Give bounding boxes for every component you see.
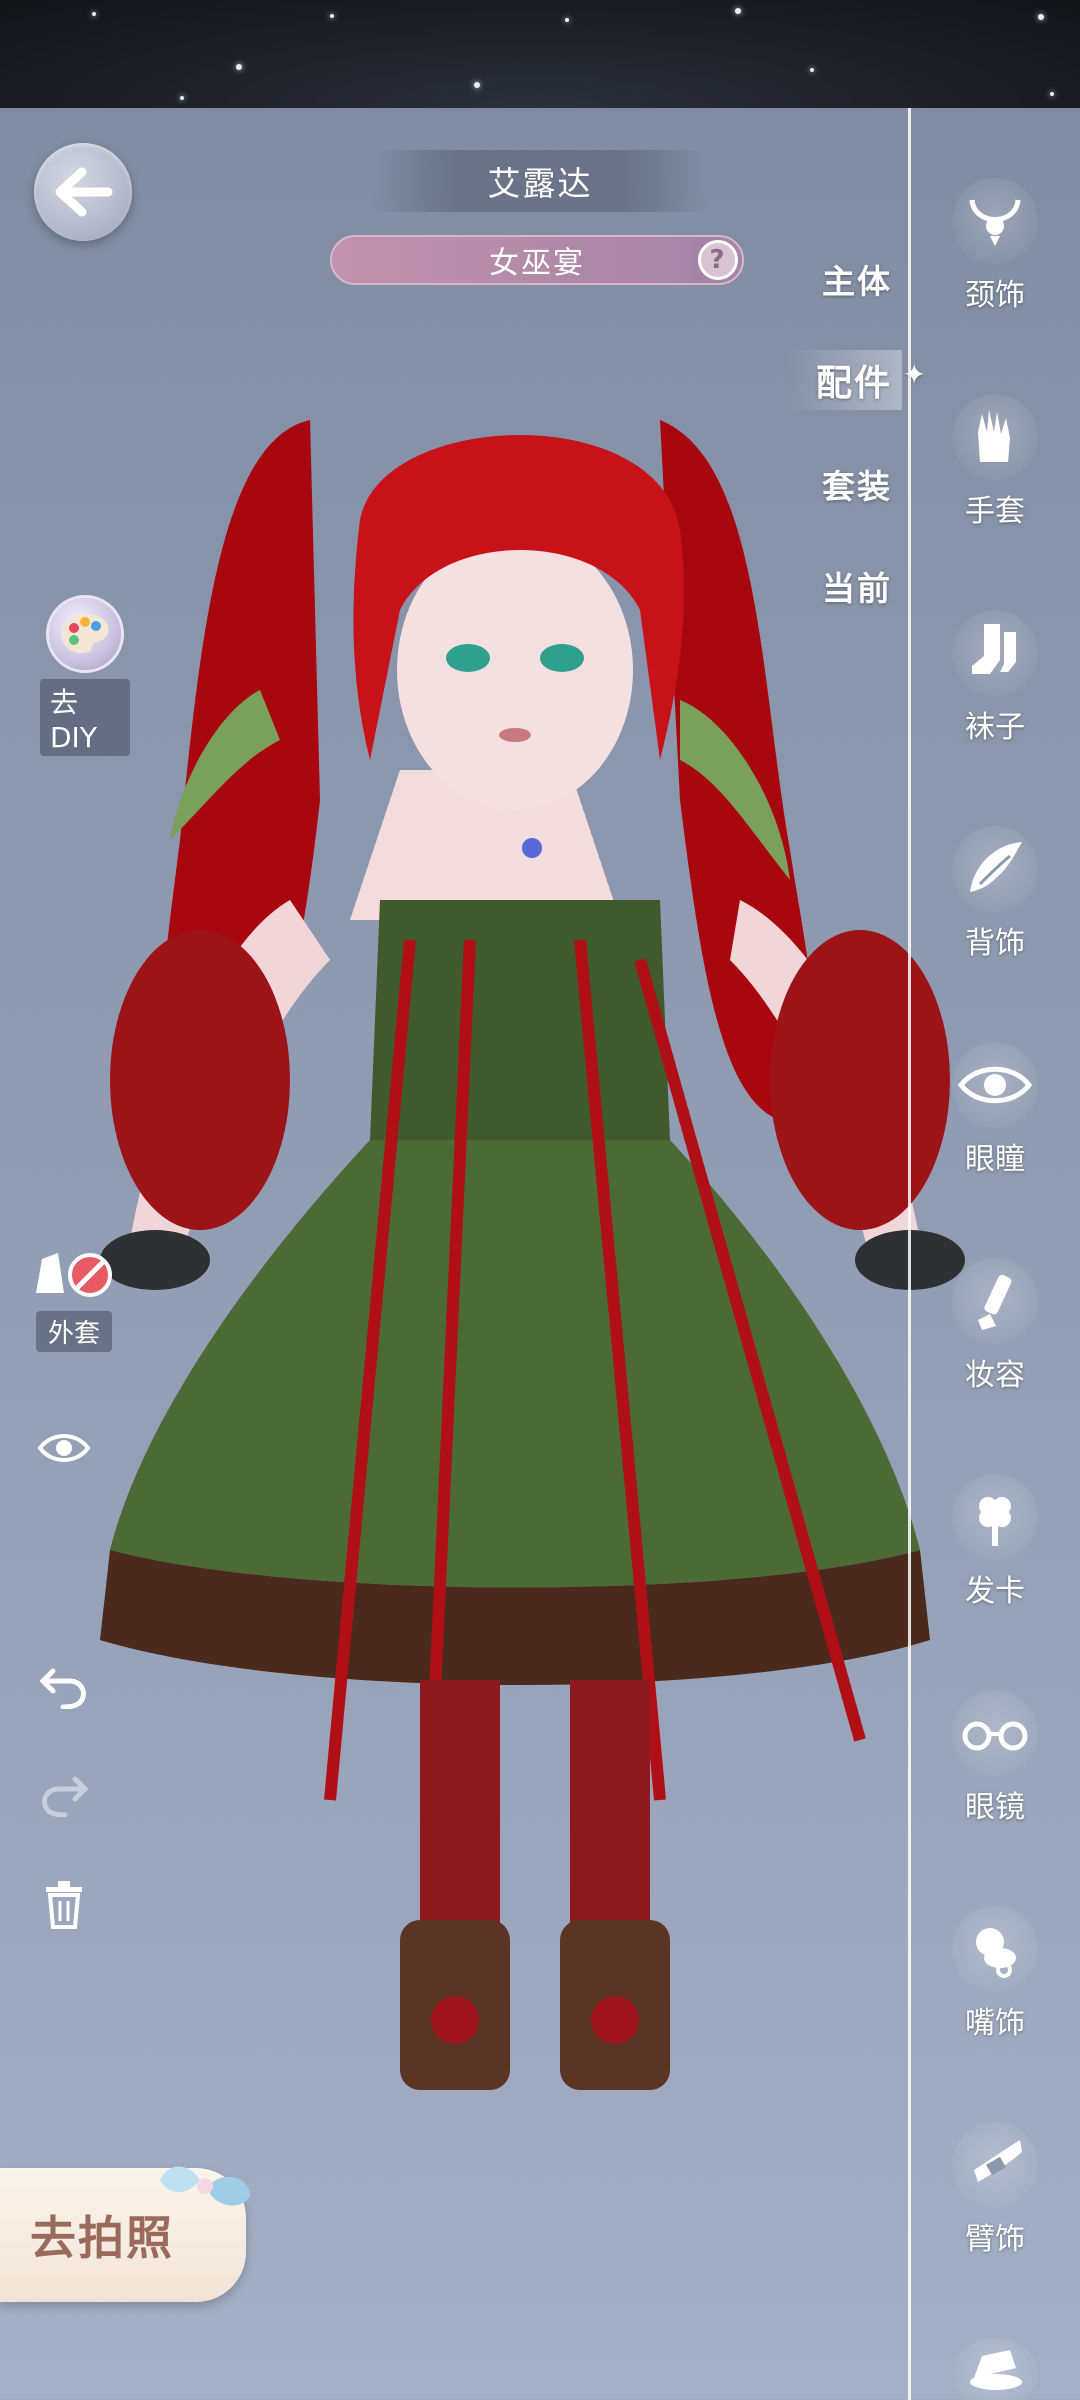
- help-icon[interactable]: ?: [698, 240, 738, 280]
- sidebar-label: 妆容: [965, 1358, 1025, 1393]
- sidebar-label: 颈饰: [965, 278, 1025, 313]
- sidebar-label: 背饰: [965, 926, 1025, 961]
- armband-icon: [952, 2122, 1038, 2208]
- sidebar-label: 发卡: [965, 1574, 1025, 1609]
- sidebar-item-socks[interactable]: 袜子: [940, 610, 1050, 760]
- hat-icon: [952, 2338, 1038, 2400]
- trash-icon: [46, 1881, 82, 1929]
- sidebar-item-necklace[interactable]: 颈饰: [940, 178, 1050, 328]
- sidebar-item-hat[interactable]: [940, 2338, 1050, 2400]
- glasses-icon: [952, 1690, 1038, 1776]
- sidebar-label: 臂饰: [965, 2222, 1025, 2257]
- coat-hidden-icon: [28, 1245, 120, 1307]
- coat-label: 外套: [35, 1311, 112, 1352]
- diy-button[interactable]: 去DIY: [40, 595, 130, 756]
- bow-decoration-icon: [160, 2166, 250, 2206]
- sparkle-icon: ✦: [902, 358, 928, 391]
- character-model[interactable]: [100, 380, 980, 2180]
- makeup-brush-icon: [952, 1258, 1038, 1344]
- outfit-name-label: 女巫宴: [489, 246, 585, 281]
- sidebar-item-makeup[interactable]: 妆容: [940, 1258, 1050, 1408]
- back-arrow-icon: [55, 167, 113, 217]
- tab-accessories[interactable]: 配件 ✦: [785, 350, 926, 410]
- back-button[interactable]: [34, 143, 132, 241]
- outfit-name-pill[interactable]: 女巫宴 ?: [330, 235, 744, 285]
- redo-button[interactable]: [36, 1766, 92, 1822]
- sidebar-label: 嘴饰: [965, 2006, 1025, 2041]
- palette-icon: [46, 595, 124, 673]
- sidebar-item-gloves[interactable]: 手套: [940, 394, 1050, 544]
- socks-icon: [952, 610, 1038, 696]
- tab-accessories-label: 配件: [815, 363, 892, 404]
- character-name: 艾露达: [370, 150, 710, 212]
- sidebar-item-armband[interactable]: 臂饰: [940, 2122, 1050, 2272]
- wing-icon: [952, 826, 1038, 912]
- coat-toggle-button[interactable]: 外套: [24, 1245, 124, 1352]
- top-status-strip: [0, 0, 1080, 108]
- sidebar-item-hairclip[interactable]: 发卡: [940, 1474, 1050, 1624]
- pacifier-icon: [952, 1906, 1038, 1992]
- sidebar-label: 眼瞳: [965, 1142, 1025, 1177]
- sidebar-label: 手套: [965, 494, 1025, 529]
- sidebar-item-mouth-accessory[interactable]: 嘴饰: [940, 1906, 1050, 2056]
- sidebar-label: 袜子: [965, 710, 1025, 745]
- hairclip-icon: [952, 1474, 1038, 1560]
- sidebar-item-eyes[interactable]: 眼瞳: [940, 1042, 1050, 1192]
- eye-icon: [952, 1042, 1038, 1128]
- delete-button[interactable]: [36, 1876, 92, 1932]
- sidebar-divider: [908, 108, 911, 2400]
- sidebar-item-glasses[interactable]: 眼镜: [940, 1690, 1050, 1840]
- sidebar-label: 眼镜: [965, 1790, 1025, 1825]
- necklace-icon: [952, 178, 1038, 264]
- eye-sparkle-icon: [37, 1434, 91, 1462]
- sidebar-item-back-accessory[interactable]: 背饰: [940, 826, 1050, 976]
- toggle-visibility-button[interactable]: [36, 1420, 92, 1476]
- tab-main[interactable]: 主体: [822, 255, 892, 303]
- tab-current[interactable]: 当前: [822, 562, 892, 610]
- undo-icon: [39, 1668, 86, 1709]
- diy-label: 去DIY: [40, 679, 130, 756]
- glove-icon: [952, 394, 1038, 480]
- undo-button[interactable]: [36, 1658, 92, 1714]
- redo-icon: [42, 1776, 89, 1817]
- tab-sets[interactable]: 套装: [822, 460, 892, 508]
